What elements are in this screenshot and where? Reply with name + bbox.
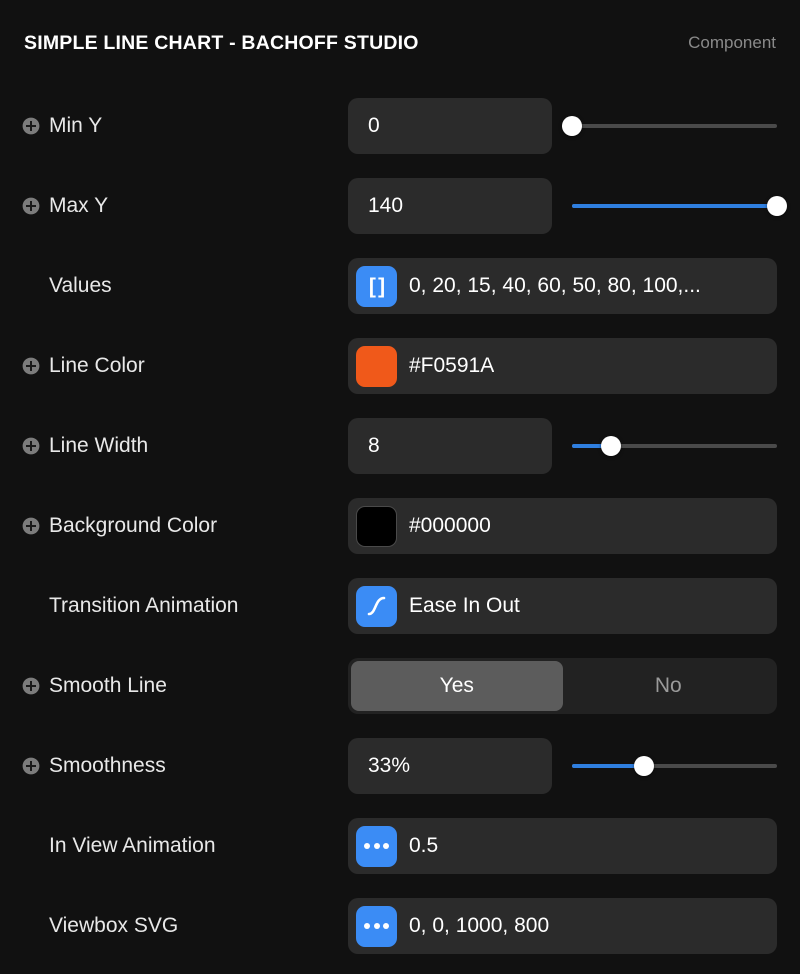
- property-row-min-y: Min Y 0: [0, 86, 800, 166]
- property-label-text: In View Animation: [49, 834, 216, 857]
- property-label-viewbox-svg: Viewbox SVG: [22, 886, 342, 966]
- page-title: SIMPLE LINE CHART - BACHOFF STUDIO: [24, 31, 419, 54]
- input-box[interactable]: 0: [348, 98, 552, 154]
- property-row-line-width: Line Width 8: [0, 406, 800, 486]
- property-field-smoothness[interactable]: 33%: [348, 738, 552, 794]
- slider-thumb[interactable]: [600, 436, 621, 456]
- property-row-max-y: Max Y 140: [0, 166, 800, 246]
- property-field-line-width[interactable]: 8: [348, 418, 552, 474]
- property-label-min-y: Min Y: [22, 86, 342, 166]
- property-label-text: Line Color: [49, 354, 145, 377]
- property-field-min-y[interactable]: 0: [348, 98, 552, 154]
- property-rows: Min Y 0 Max Y 140 Values [ ] 0, 20, 15, 40, 60…: [0, 86, 800, 966]
- add-property-icon[interactable]: [22, 357, 40, 375]
- property-label-text: Transition Animation: [49, 594, 239, 617]
- ellipsis-icon[interactable]: [356, 905, 397, 947]
- slider-max-y[interactable]: [572, 178, 787, 234]
- property-label-text: Viewbox SVG: [49, 914, 179, 937]
- property-field-values[interactable]: [ ] 0, 20, 15, 40, 60, 50, 80, 100,...: [348, 258, 777, 314]
- property-field-transition-animation[interactable]: Ease In Out: [348, 578, 777, 634]
- color-swatch-icon[interactable]: [356, 345, 397, 387]
- property-label-text: Smoothness: [49, 754, 166, 777]
- input-box[interactable]: 0, 0, 1000, 800: [348, 898, 777, 954]
- input-box[interactable]: [ ] 0, 20, 15, 40, 60, 50, 80, 100,...: [348, 258, 777, 314]
- input-value: 0, 0, 1000, 800: [409, 914, 550, 937]
- property-row-background-color: Background Color #000000: [0, 486, 800, 566]
- slider-min-y[interactable]: [562, 98, 777, 154]
- property-label-values: Values: [22, 246, 342, 326]
- panel-header: SIMPLE LINE CHART - BACHOFF STUDIO Compo…: [0, 0, 800, 86]
- input-box[interactable]: #F0591A: [348, 338, 777, 394]
- property-label-line-color: Line Color: [22, 326, 342, 406]
- property-row-viewbox-svg: Viewbox SVG 0, 0, 1000, 800: [0, 886, 800, 966]
- property-label-text: Values: [49, 274, 112, 297]
- slider-line-width[interactable]: [572, 418, 777, 474]
- ease-in-out-curve-icon: [367, 596, 385, 616]
- property-field-line-color[interactable]: #F0591A: [348, 338, 777, 394]
- add-property-icon[interactable]: [22, 117, 40, 135]
- property-label-text: Smooth Line: [49, 674, 167, 697]
- property-field-max-y[interactable]: 140: [348, 178, 552, 234]
- property-row-in-view-animation: In View Animation 0.5: [0, 806, 800, 886]
- input-value: 0, 20, 15, 40, 60, 50, 80, 100,...: [409, 274, 701, 297]
- input-box[interactable]: 33%: [348, 738, 552, 794]
- input-value: 33%: [368, 754, 411, 777]
- property-label-smoothness: Smoothness: [22, 726, 342, 806]
- property-label-transition-animation: Transition Animation: [22, 566, 342, 646]
- slider-thumb[interactable]: [633, 756, 654, 776]
- segment-option-yes[interactable]: Yes: [351, 661, 563, 711]
- input-value: 0: [368, 114, 380, 137]
- input-box[interactable]: 140: [348, 178, 552, 234]
- input-value: 140: [368, 194, 404, 217]
- property-row-smooth-line: Smooth Line Yes No: [0, 646, 800, 726]
- component-properties-panel: SIMPLE LINE CHART - BACHOFF STUDIO Compo…: [0, 0, 800, 974]
- component-kind-label: Component: [688, 33, 776, 52]
- property-field-viewbox-svg[interactable]: 0, 0, 1000, 800: [348, 898, 777, 954]
- property-label-text: Line Width: [49, 434, 149, 457]
- ellipsis-icon[interactable]: [356, 825, 397, 867]
- property-row-values: Values [ ] 0, 20, 15, 40, 60, 50, 80, 100,…: [0, 246, 800, 326]
- property-field-in-view-animation[interactable]: 0.5: [348, 818, 777, 874]
- slider-fill: [572, 764, 644, 768]
- input-value: #000000: [409, 514, 491, 537]
- property-label-max-y: Max Y: [22, 166, 342, 246]
- slider-fill: [572, 204, 777, 208]
- color-swatch-icon[interactable]: [356, 505, 397, 547]
- slider-thumb[interactable]: [562, 116, 582, 136]
- property-row-smoothness: Smoothness 33%: [0, 726, 800, 806]
- property-label-background-color: Background Color: [22, 486, 342, 566]
- slider-smoothness[interactable]: [572, 738, 777, 794]
- add-property-icon[interactable]: [22, 677, 40, 695]
- slider-track[interactable]: [572, 124, 777, 128]
- input-box[interactable]: Ease In Out: [348, 578, 777, 634]
- array-brackets-icon[interactable]: [ ]: [356, 265, 397, 307]
- property-label-line-width: Line Width: [22, 406, 342, 486]
- property-label-text: Max Y: [49, 194, 109, 217]
- slider-thumb[interactable]: [767, 196, 787, 216]
- property-label-in-view-animation: In View Animation: [22, 806, 342, 886]
- add-property-icon[interactable]: [22, 437, 40, 455]
- add-property-icon[interactable]: [22, 517, 40, 535]
- input-box[interactable]: 0.5: [348, 818, 777, 874]
- segment-option-no[interactable]: No: [563, 661, 775, 711]
- property-row-line-color: Line Color #F0591A: [0, 326, 800, 406]
- add-property-icon[interactable]: [22, 757, 40, 775]
- property-row-transition-animation: Transition Animation Ease In Out: [0, 566, 800, 646]
- input-value: #F0591A: [409, 354, 495, 377]
- input-value: Ease In Out: [409, 594, 520, 617]
- property-field-background-color[interactable]: #000000: [348, 498, 777, 554]
- add-property-icon[interactable]: [22, 197, 40, 215]
- input-value: 0.5: [409, 834, 439, 857]
- ease-in-out-curve-icon[interactable]: [356, 585, 397, 627]
- input-box[interactable]: 8: [348, 418, 552, 474]
- input-value: 8: [368, 434, 380, 457]
- property-label-text: Min Y: [49, 114, 103, 137]
- input-box[interactable]: #000000: [348, 498, 777, 554]
- property-label-text: Background Color: [49, 514, 218, 537]
- property-label-smooth-line: Smooth Line: [22, 646, 342, 726]
- segmented-control-smooth-line: Yes No: [348, 658, 777, 714]
